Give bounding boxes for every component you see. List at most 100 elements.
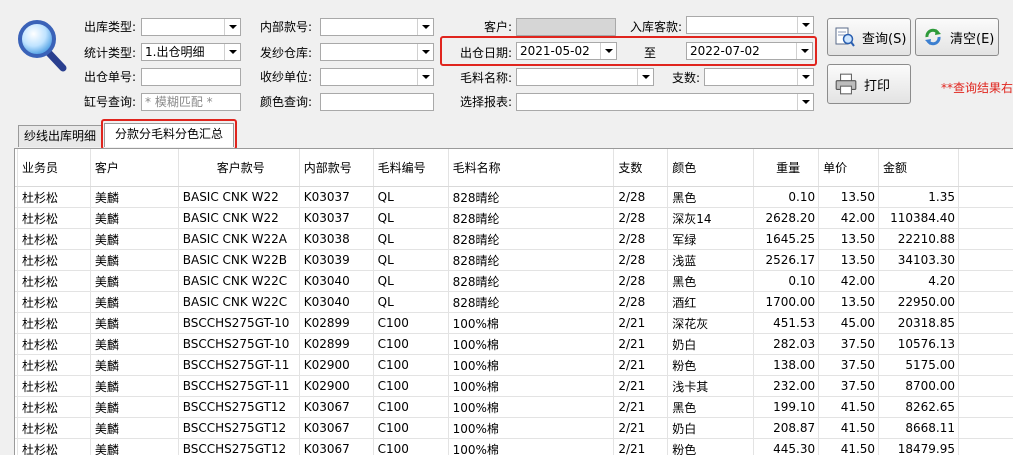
table-row[interactable]: 杜杉松美麟BASIC CNK W22AK03038QL828晴纶2/28军绿16… bbox=[15, 229, 1013, 250]
table-cell[interactable]: 美麟 bbox=[90, 418, 178, 439]
table-cell[interactable]: 2/21 bbox=[614, 418, 668, 439]
table-cell[interactable]: 2628.20 bbox=[754, 208, 819, 229]
table-cell[interactable]: 41.50 bbox=[819, 397, 879, 418]
table-cell[interactable]: 42.00 bbox=[819, 271, 879, 292]
table-row[interactable]: 杜杉松美麟BSCCHS275GT-11K02900C100100%棉2/21粉色… bbox=[15, 355, 1013, 376]
table-cell[interactable]: 2/21 bbox=[614, 313, 668, 334]
column-header[interactable]: 金额 bbox=[879, 149, 959, 187]
customer-input[interactable] bbox=[516, 18, 616, 36]
table-cell[interactable]: 杜杉松 bbox=[17, 271, 90, 292]
table-cell[interactable]: 100%棉 bbox=[448, 439, 614, 455]
table-cell[interactable]: 杜杉松 bbox=[17, 418, 90, 439]
table-cell[interactable]: 13.50 bbox=[819, 292, 879, 313]
table-cell[interactable]: 828晴纶 bbox=[448, 271, 614, 292]
table-cell[interactable]: 黑色 bbox=[668, 187, 754, 208]
table-cell[interactable]: 45.00 bbox=[819, 313, 879, 334]
table-cell[interactable]: K03040 bbox=[299, 271, 373, 292]
table-cell[interactable]: 4.20 bbox=[879, 271, 959, 292]
table-cell[interactable]: 深花灰 bbox=[668, 313, 754, 334]
table-cell[interactable]: 13.50 bbox=[819, 250, 879, 271]
table-cell[interactable]: QL bbox=[373, 250, 448, 271]
table-cell[interactable]: 粉色 bbox=[668, 439, 754, 455]
table-cell[interactable]: 美麟 bbox=[90, 187, 178, 208]
column-header[interactable]: 单价 bbox=[819, 149, 879, 187]
table-cell[interactable]: 浅蓝 bbox=[668, 250, 754, 271]
table-cell[interactable]: 100%棉 bbox=[448, 376, 614, 397]
column-header[interactable]: 重量 bbox=[754, 149, 819, 187]
table-cell[interactable]: K03037 bbox=[299, 208, 373, 229]
table-cell[interactable]: 奶白 bbox=[668, 418, 754, 439]
table-cell[interactable]: 100%棉 bbox=[448, 355, 614, 376]
table-cell[interactable]: 杜杉松 bbox=[17, 208, 90, 229]
table-cell[interactable]: 杜杉松 bbox=[17, 439, 90, 455]
table-cell[interactable]: 0.10 bbox=[754, 271, 819, 292]
column-header[interactable]: 毛料名称 bbox=[448, 149, 614, 187]
chevron-down-icon[interactable] bbox=[417, 19, 433, 35]
table-cell[interactable]: 100%棉 bbox=[448, 418, 614, 439]
table-cell[interactable]: 2/21 bbox=[614, 439, 668, 455]
column-header[interactable]: 支数 bbox=[614, 149, 668, 187]
table-cell[interactable]: BSCCHS275GT12 bbox=[178, 439, 299, 455]
table-cell[interactable]: 37.50 bbox=[819, 334, 879, 355]
table-cell[interactable]: 深灰14 bbox=[668, 208, 754, 229]
table-cell[interactable]: 杜杉松 bbox=[17, 376, 90, 397]
chevron-down-icon[interactable] bbox=[797, 17, 813, 33]
table-cell[interactable]: BASIC CNK W22A bbox=[178, 229, 299, 250]
table-cell[interactable]: 10576.13 bbox=[879, 334, 959, 355]
vat-query-input[interactable]: * 模糊匹配 * bbox=[141, 93, 241, 111]
table-cell[interactable]: 208.87 bbox=[754, 418, 819, 439]
table-cell[interactable]: 22210.88 bbox=[879, 229, 959, 250]
table-cell[interactable]: K03067 bbox=[299, 439, 373, 455]
table-cell[interactable]: BASIC CNK W22C bbox=[178, 271, 299, 292]
table-cell[interactable]: QL bbox=[373, 292, 448, 313]
table-cell[interactable]: 828晴纶 bbox=[448, 187, 614, 208]
table-cell[interactable]: 杜杉松 bbox=[17, 292, 90, 313]
table-cell[interactable]: 2526.17 bbox=[754, 250, 819, 271]
table-row[interactable]: 杜杉松美麟BASIC CNK W22CK03040QL828晴纶2/28酒红17… bbox=[15, 292, 1013, 313]
count-select[interactable] bbox=[704, 68, 814, 86]
tab-yarn-out-detail[interactable]: 纱线出库明细 bbox=[18, 125, 102, 147]
table-cell[interactable]: 美麟 bbox=[90, 208, 178, 229]
query-button[interactable]: 查询(S) bbox=[827, 18, 911, 56]
table-cell[interactable]: 5175.00 bbox=[879, 355, 959, 376]
table-cell[interactable]: 100%棉 bbox=[448, 397, 614, 418]
table-cell[interactable]: QL bbox=[373, 187, 448, 208]
table-cell[interactable]: 杜杉松 bbox=[17, 355, 90, 376]
table-row[interactable]: 杜杉松美麟BSCCHS275GT12K03067C100100%棉2/21黑色1… bbox=[15, 397, 1013, 418]
table-row[interactable]: 杜杉松美麟BASIC CNK W22CK03040QL828晴纶2/28黑色0.… bbox=[15, 271, 1013, 292]
table-cell[interactable]: C100 bbox=[373, 376, 448, 397]
table-cell[interactable]: 2/28 bbox=[614, 250, 668, 271]
print-button[interactable]: 打印 bbox=[827, 64, 911, 104]
chevron-down-icon[interactable] bbox=[600, 43, 616, 59]
table-cell[interactable]: 1.35 bbox=[879, 187, 959, 208]
table-cell[interactable]: BASIC CNK W22 bbox=[178, 187, 299, 208]
table-row[interactable]: 杜杉松美麟BSCCHS275GT12K03067C100100%棉2/21粉色4… bbox=[15, 439, 1013, 455]
table-cell[interactable]: K02899 bbox=[299, 334, 373, 355]
color-query-input[interactable] bbox=[320, 93, 434, 111]
table-cell[interactable]: 美麟 bbox=[90, 397, 178, 418]
table-cell[interactable]: 黑色 bbox=[668, 271, 754, 292]
table-cell[interactable]: BSCCHS275GT-11 bbox=[178, 376, 299, 397]
table-cell[interactable]: QL bbox=[373, 208, 448, 229]
chevron-down-icon[interactable] bbox=[796, 43, 812, 59]
table-cell[interactable]: 2/28 bbox=[614, 292, 668, 313]
table-cell[interactable]: QL bbox=[373, 229, 448, 250]
table-cell[interactable]: 8700.00 bbox=[879, 376, 959, 397]
table-cell[interactable]: BASIC CNK W22B bbox=[178, 250, 299, 271]
table-cell[interactable]: 18479.95 bbox=[879, 439, 959, 455]
table-cell[interactable]: K03038 bbox=[299, 229, 373, 250]
table-cell[interactable]: K02900 bbox=[299, 376, 373, 397]
table-cell[interactable]: 199.10 bbox=[754, 397, 819, 418]
table-cell[interactable]: 0.10 bbox=[754, 187, 819, 208]
table-cell[interactable]: 37.50 bbox=[819, 376, 879, 397]
table-cell[interactable]: 37.50 bbox=[819, 355, 879, 376]
out-type-select[interactable] bbox=[141, 18, 241, 36]
table-cell[interactable]: QL bbox=[373, 271, 448, 292]
table-cell[interactable]: BSCCHS275GT12 bbox=[178, 418, 299, 439]
inner-style-select[interactable] bbox=[320, 18, 434, 36]
column-header[interactable]: 颜色 bbox=[668, 149, 754, 187]
table-cell[interactable]: 美麟 bbox=[90, 376, 178, 397]
column-header[interactable]: 客户 bbox=[90, 149, 178, 187]
table-cell[interactable]: 美麟 bbox=[90, 292, 178, 313]
table-cell[interactable]: 美麟 bbox=[90, 439, 178, 455]
